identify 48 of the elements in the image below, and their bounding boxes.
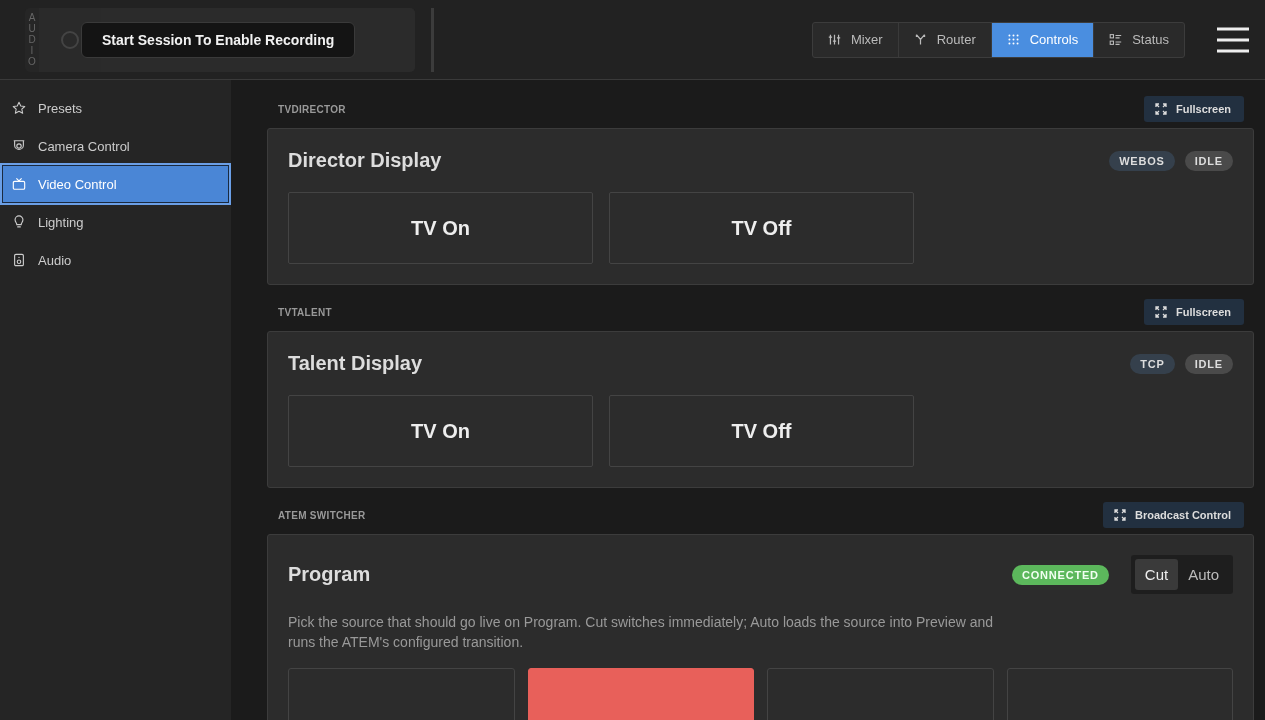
card-title: Program (288, 563, 371, 586)
nav-tab[interactable]: Router (898, 22, 992, 57)
fullscreen-button[interactable]: Fullscreen (1143, 96, 1244, 122)
record-button[interactable] (61, 30, 79, 49)
speaker-icon (12, 253, 26, 267)
fullscreen-button[interactable]: Broadcast Control (1103, 502, 1244, 528)
tv-button[interactable]: TV On (288, 192, 593, 264)
tooltip: Start Session To Enable Recording (81, 21, 356, 58)
nav-tab[interactable]: Status (1094, 22, 1184, 57)
status-badge: TCP (1130, 353, 1175, 374)
description-text: Pick the source that should go live on Program. Cut switches immediately; Auto loads the source into Preview and runs the ATEM's configured transition. (288, 613, 995, 652)
mode-toggle[interactable]: Auto (1178, 559, 1229, 590)
tv-button[interactable]: TV On (288, 395, 593, 467)
nav-tab[interactable]: Mixer (812, 22, 899, 57)
lightbulb-icon (12, 215, 26, 229)
dot-grid-icon (1006, 33, 1020, 46)
tv-button[interactable]: TV Off (609, 395, 914, 467)
tv-icon (12, 177, 26, 191)
status-badge: IDLE (1184, 353, 1233, 374)
status-badge: IDLE (1184, 150, 1233, 171)
fullscreen-button[interactable]: Fullscreen (1143, 299, 1244, 325)
expand-icon (1154, 306, 1167, 318)
source-button[interactable] (1006, 668, 1233, 720)
source-button[interactable] (288, 668, 515, 720)
status-badge: WEBOS (1109, 150, 1175, 171)
card-title: Talent Display (288, 352, 423, 375)
sliders-icon (827, 33, 841, 46)
status-badge: CONNECTED (1011, 564, 1109, 585)
section-label: TVDIRECTOR (278, 103, 346, 115)
sidebar-item[interactable]: Presets (0, 89, 231, 127)
sidebar-item[interactable]: Camera Control (0, 127, 231, 165)
tv-button[interactable]: TV Off (609, 192, 914, 264)
card-title: Director Display (288, 149, 442, 172)
fork-icon (913, 33, 927, 46)
expand-icon (1154, 103, 1167, 115)
checklist-icon (1109, 33, 1123, 46)
security-camera-icon (12, 139, 26, 153)
source-button[interactable] (767, 668, 994, 720)
star-icon (12, 101, 26, 115)
expand-icon (1114, 509, 1127, 521)
mode-toggle[interactable]: Cut (1134, 559, 1179, 590)
sidebar-item[interactable]: Lighting (0, 203, 231, 241)
section-label: ATEM SWITCHER (278, 509, 366, 521)
sidebar-item[interactable]: Video Control (0, 163, 231, 205)
sidebar-item[interactable]: Audio (0, 241, 231, 279)
section-label: TVTALENT (278, 306, 332, 318)
menu-icon[interactable] (1217, 26, 1249, 53)
source-button[interactable] (527, 668, 754, 720)
